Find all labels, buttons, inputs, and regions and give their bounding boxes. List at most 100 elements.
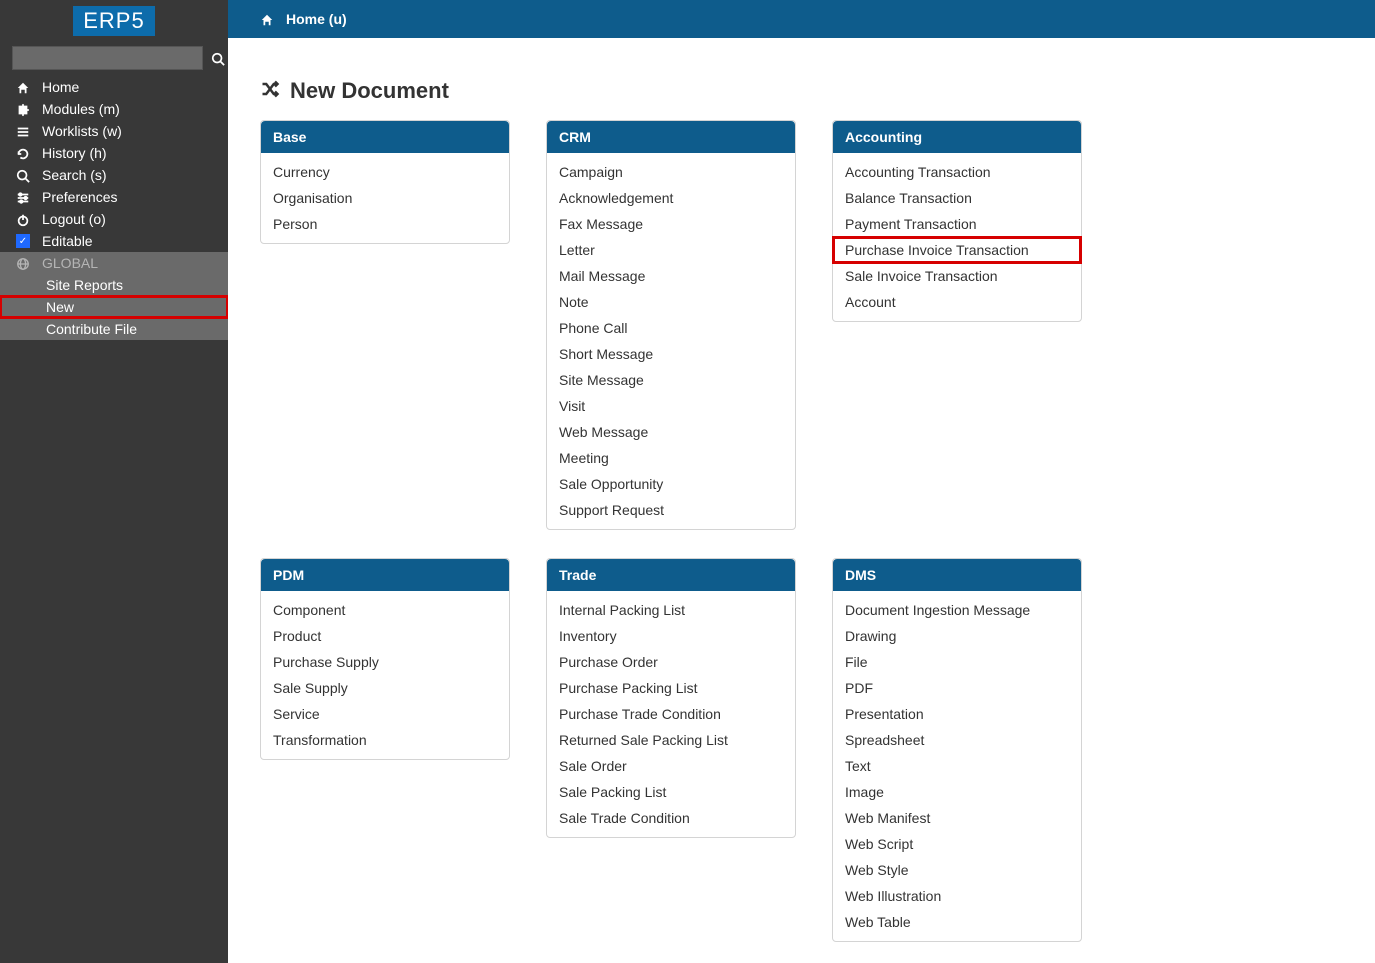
doc-item[interactable]: Letter (547, 237, 795, 263)
doc-item[interactable]: Currency (261, 159, 509, 185)
search-input[interactable] (12, 46, 203, 70)
doc-item[interactable]: Campaign (547, 159, 795, 185)
doc-item[interactable]: Sale Invoice Transaction (833, 263, 1081, 289)
doc-item[interactable]: Service (261, 701, 509, 727)
page-title: New Document (260, 78, 1343, 104)
doc-item[interactable]: File (833, 649, 1081, 675)
topbar: Home (u) (228, 0, 1375, 38)
doc-item[interactable]: Component (261, 597, 509, 623)
sidebar-search-row (0, 40, 228, 76)
nav-site-reports[interactable]: Site Reports (0, 274, 228, 296)
sidebar: ERP5 Home Modules (m) Worklists (w) Hist… (0, 0, 228, 963)
home-icon[interactable] (260, 11, 274, 27)
doc-item[interactable]: PDF (833, 675, 1081, 701)
search-button[interactable] (209, 50, 227, 66)
card-header: CRM (547, 121, 795, 153)
doc-item[interactable]: Sale Opportunity (547, 471, 795, 497)
doc-item[interactable]: Inventory (547, 623, 795, 649)
doc-item[interactable]: Acknowledgement (547, 185, 795, 211)
nav-logout[interactable]: Logout (o) (0, 208, 228, 230)
card-crm: CRM CampaignAcknowledgementFax MessageLet… (546, 120, 796, 530)
search-icon (211, 52, 225, 66)
card-trade: TradeInternal Packing ListInventoryPurch… (546, 558, 796, 838)
doc-item[interactable]: Web Message (547, 419, 795, 445)
card-body: Internal Packing ListInventoryPurchase O… (547, 591, 795, 837)
doc-item[interactable]: Short Message (547, 341, 795, 367)
search-icon (16, 167, 42, 183)
doc-item[interactable]: Sale Supply (261, 675, 509, 701)
doc-item[interactable]: Internal Packing List (547, 597, 795, 623)
nav-preferences[interactable]: Preferences (0, 186, 228, 208)
doc-item[interactable]: Presentation (833, 701, 1081, 727)
doc-item[interactable]: Web Table (833, 909, 1081, 935)
nav-label: Editable (42, 233, 216, 249)
doc-item[interactable]: Web Style (833, 857, 1081, 883)
doc-item[interactable]: Payment Transaction (833, 211, 1081, 237)
nav-home[interactable]: Home (0, 76, 228, 98)
nav-history[interactable]: History (h) (0, 142, 228, 164)
nav-contribute-file[interactable]: Contribute File (0, 318, 228, 340)
doc-item[interactable]: Text (833, 753, 1081, 779)
breadcrumb-home[interactable]: Home (u) (286, 11, 347, 27)
card-body: ComponentProductPurchase SupplySale Supp… (261, 591, 509, 759)
nav-global-header: GLOBAL (0, 252, 228, 274)
doc-item[interactable]: Meeting (547, 445, 795, 471)
globe-icon (16, 255, 42, 271)
list-icon (16, 123, 42, 139)
doc-item[interactable]: Accounting Transaction (833, 159, 1081, 185)
doc-item[interactable]: Sale Trade Condition (547, 805, 795, 831)
doc-item[interactable]: Document Ingestion Message (833, 597, 1081, 623)
doc-item[interactable]: Organisation (261, 185, 509, 211)
doc-item[interactable]: Mail Message (547, 263, 795, 289)
doc-item[interactable]: Purchase Invoice Transaction (833, 237, 1081, 263)
doc-item[interactable]: Returned Sale Packing List (547, 727, 795, 753)
nav-label: History (h) (42, 145, 216, 161)
card-body: CurrencyOrganisationPerson (261, 153, 509, 243)
doc-item[interactable]: Balance Transaction (833, 185, 1081, 211)
card-header: DMS (833, 559, 1081, 591)
document-grid: BaseCurrencyOrganisationPersonCRMCampaig… (260, 120, 1343, 942)
nav-label: Site Reports (46, 277, 216, 293)
logo-wrap: ERP5 (0, 0, 228, 40)
nav-search[interactable]: Search (s) (0, 164, 228, 186)
doc-item[interactable]: Product (261, 623, 509, 649)
nav-new[interactable]: New (0, 296, 228, 318)
doc-item[interactable]: Sale Order (547, 753, 795, 779)
doc-item[interactable]: Transformation (261, 727, 509, 753)
doc-item[interactable]: Note (547, 289, 795, 315)
card-pdm: PDMComponentProductPurchase SupplySale S… (260, 558, 510, 760)
history-icon (16, 145, 42, 161)
doc-item[interactable]: Drawing (833, 623, 1081, 649)
doc-item[interactable]: Web Manifest (833, 805, 1081, 831)
nav-label: Worklists (w) (42, 123, 216, 139)
doc-item[interactable]: Spreadsheet (833, 727, 1081, 753)
doc-item[interactable]: Phone Call (547, 315, 795, 341)
nav-modules[interactable]: Modules (m) (0, 98, 228, 120)
doc-item[interactable]: Fax Message (547, 211, 795, 237)
doc-item[interactable]: Web Script (833, 831, 1081, 857)
main-content: New Document BaseCurrencyOrganisationPer… (228, 38, 1375, 963)
power-icon (16, 211, 42, 227)
nav-worklists[interactable]: Worklists (w) (0, 120, 228, 142)
doc-item[interactable]: Account (833, 289, 1081, 315)
card-dms: DMSDocument Ingestion MessageDrawingFile… (832, 558, 1082, 942)
nav-editable[interactable]: ✓ Editable (0, 230, 228, 252)
doc-item[interactable]: Purchase Trade Condition (547, 701, 795, 727)
doc-item[interactable]: Purchase Order (547, 649, 795, 675)
card-header: Trade (547, 559, 795, 591)
doc-item[interactable]: Purchase Supply (261, 649, 509, 675)
doc-item[interactable]: Image (833, 779, 1081, 805)
doc-item[interactable]: Visit (547, 393, 795, 419)
doc-item[interactable]: Web Illustration (833, 883, 1081, 909)
home-icon (16, 79, 42, 95)
doc-item[interactable]: Sale Packing List (547, 779, 795, 805)
doc-item[interactable]: Support Request (547, 497, 795, 523)
editable-checkbox[interactable]: ✓ (16, 234, 30, 248)
doc-item[interactable]: Person (261, 211, 509, 237)
nav-label: Home (42, 79, 216, 95)
doc-item[interactable]: Site Message (547, 367, 795, 393)
page-title-text: New Document (290, 78, 449, 104)
puzzle-icon (16, 101, 42, 117)
card-body: Document Ingestion MessageDrawingFilePDF… (833, 591, 1081, 941)
doc-item[interactable]: Purchase Packing List (547, 675, 795, 701)
